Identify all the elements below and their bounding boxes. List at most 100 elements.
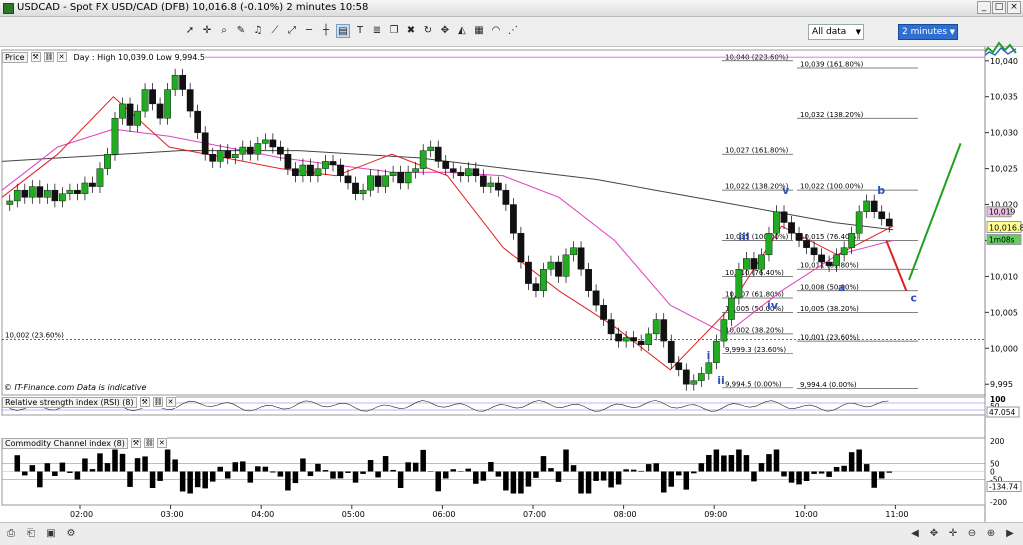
- zoom-out-icon[interactable]: ⊖: [965, 527, 979, 541]
- cci-panel-label[interactable]: Commodity Channel index (8): [2, 437, 128, 449]
- candle-body: [585, 269, 592, 291]
- wrench-icon[interactable]: ⚒: [30, 52, 41, 62]
- cursor-icon[interactable]: ➚: [183, 24, 197, 38]
- scroll-left-icon[interactable]: ◀: [908, 527, 922, 541]
- line-icon[interactable]: ⟋: [268, 24, 282, 38]
- minimize-button[interactable]: _: [977, 1, 991, 14]
- candle-body: [675, 362, 683, 371]
- wave-label: v: [782, 184, 790, 197]
- fib-level-label: 10,010 (76.40%): [725, 269, 784, 277]
- candle-body: [795, 233, 803, 241]
- fib-grid-icon[interactable]: ▦: [472, 24, 486, 38]
- expand-icon[interactable]: ✛: [946, 527, 960, 541]
- text-icon[interactable]: T: [353, 24, 367, 38]
- candle-body: [119, 103, 126, 119]
- y-tick-label: 10,010: [990, 272, 1018, 281]
- maximize-button[interactable]: □: [992, 1, 1006, 14]
- scroll-right-icon[interactable]: ▶: [1003, 527, 1017, 541]
- close-icon[interactable]: ✕: [156, 438, 167, 448]
- candle-body: [201, 132, 209, 155]
- gann-icon[interactable]: ✥: [438, 24, 452, 38]
- fib-icon[interactable]: ≣: [370, 24, 384, 38]
- chevron-down-icon: ▼: [949, 28, 955, 36]
- print-icon[interactable]: ⎙: [4, 527, 18, 541]
- x-tick-label: 11:00: [885, 510, 908, 519]
- fib-ext-icon[interactable]: ⋰: [506, 24, 520, 38]
- candle-body: [404, 171, 412, 184]
- print-preview-icon[interactable]: ⎗: [24, 527, 38, 541]
- rsi-panel-label[interactable]: Relative strength index (RSI) (8): [2, 396, 137, 408]
- candle-body: [637, 340, 645, 345]
- candle-body: [442, 161, 450, 169]
- cci-panel-header: Commodity Channel index (8) ⚒ ⛓ ✕: [2, 437, 167, 449]
- close-icon[interactable]: ✕: [165, 397, 176, 407]
- candle-body: [547, 261, 555, 270]
- data-source-footer: © IT-Finance.com Data is indicative: [4, 383, 147, 392]
- close-icon[interactable]: ✕: [56, 52, 67, 62]
- candle-body: [89, 182, 96, 187]
- candle-body: [149, 89, 156, 105]
- candle-body: [630, 337, 638, 342]
- candle-body: [758, 254, 765, 270]
- x-tick-label: 09:00: [704, 510, 727, 519]
- candle-body: [269, 139, 277, 148]
- price-panel-label[interactable]: Price: [2, 51, 28, 63]
- wrench-icon[interactable]: ⚒: [139, 397, 150, 407]
- fib-level-label: 10,001 (23.60%): [800, 334, 859, 342]
- candle-body: [382, 175, 389, 187]
- delete-icon[interactable]: ✖: [404, 24, 418, 38]
- fib-level-label: 9,994.5 (0.00%): [725, 380, 782, 388]
- pencil-icon[interactable]: ✎: [234, 24, 248, 38]
- candle-body: [878, 211, 886, 220]
- candle-body: [239, 146, 247, 155]
- fib-level-label: 9,999.3 (23.60%): [725, 346, 786, 354]
- title-bar: USDCAD - Spot FX USD/CAD (DFB) 10,016.8 …: [0, 0, 1023, 17]
- crosshair-icon[interactable]: ✛: [200, 24, 214, 38]
- chart-area[interactable]: 10,040 (223.60%)10,027 (161.80%)10,022 (…: [0, 47, 1023, 522]
- arc-icon[interactable]: ◠: [489, 24, 503, 38]
- candle-body: [562, 254, 570, 277]
- close-button[interactable]: ×: [1007, 1, 1021, 14]
- save-icon[interactable]: ▣: [44, 527, 58, 541]
- interval-select[interactable]: 2 minutes ▼: [898, 24, 958, 40]
- link-icon[interactable]: ⛓: [152, 397, 163, 407]
- cci-value-label: -134.74: [989, 483, 1018, 492]
- channel-icon[interactable]: ▤: [336, 24, 350, 38]
- y-tick-label: 10,040: [990, 57, 1018, 66]
- zoom-icon[interactable]: ⌕: [217, 24, 231, 38]
- x-tick-label: 08:00: [614, 510, 637, 519]
- wave-label: b: [877, 184, 885, 197]
- candle-body: [487, 182, 495, 187]
- candle-body: [652, 319, 660, 335]
- fit-icon[interactable]: ✥: [927, 527, 941, 541]
- price-axis: 10,04010,03510,03010,02510,02010,01510,0…: [984, 47, 1023, 522]
- candle-body: [397, 171, 404, 184]
- fib-fan-icon[interactable]: ◭: [455, 24, 469, 38]
- line-icon[interactable]: ⤢: [285, 24, 299, 38]
- zoom-in-icon[interactable]: ⊕: [984, 527, 998, 541]
- refresh-icon[interactable]: ↻: [421, 24, 435, 38]
- time-axis: 02:00 03:00 04:00 05:00 06:00 07:00 08:00 09:00…: [70, 505, 908, 519]
- link-icon[interactable]: ⛓: [43, 52, 54, 62]
- hline-icon[interactable]: ─: [302, 24, 316, 38]
- y-tick-label: 10,030: [990, 129, 1018, 138]
- candle-body: [600, 304, 607, 320]
- settings-icon[interactable]: ⚙: [64, 527, 78, 541]
- fib-level-label: 10,039 (161.80%): [800, 60, 864, 68]
- candle-body: [682, 369, 690, 385]
- bell-icon[interactable]: ♫: [251, 24, 265, 38]
- fib-level-label: 10,022 (138.20%): [725, 183, 789, 191]
- link-icon[interactable]: ⛓: [143, 438, 154, 448]
- wrench-icon[interactable]: ⚒: [130, 438, 141, 448]
- data-range-select[interactable]: All data ▼: [808, 24, 864, 40]
- candle-body: [645, 333, 653, 345]
- candle-body: [246, 146, 254, 155]
- candle-body: [329, 161, 337, 166]
- candle-body: [126, 103, 134, 126]
- candle-body: [36, 186, 44, 198]
- fib-level-label: 10,032 (138.20%): [800, 111, 864, 119]
- fib-level-label: 9,994.4 (0.00%): [800, 381, 857, 389]
- vline-icon[interactable]: ┼: [319, 24, 333, 38]
- copy-icon[interactable]: ❐: [387, 24, 401, 38]
- candle-body: [697, 373, 705, 381]
